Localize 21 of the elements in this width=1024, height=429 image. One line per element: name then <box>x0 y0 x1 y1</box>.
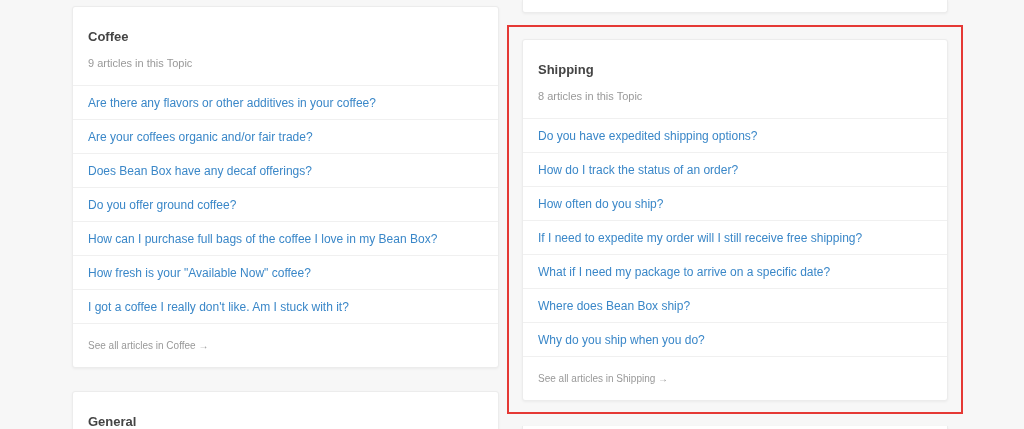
article-count: 8 articles in this Topic <box>538 89 644 103</box>
see-all-link[interactable]: See all articles in Coffee → <box>88 340 209 351</box>
article-link[interactable]: How do I track the status of an order? <box>538 162 739 177</box>
article-link[interactable]: If I need to expedite my order will I still receive free shipping? <box>538 230 863 245</box>
article-link[interactable]: Does Bean Box have any decaf offerings? <box>88 163 312 178</box>
topic-title: General <box>88 414 138 429</box>
article-link[interactable]: What if I need my package to arrive on a specific date? <box>538 264 831 279</box>
article-link[interactable]: How often do you ship? <box>538 196 664 211</box>
article-link[interactable]: Are your coffees organic and/or fair trade? <box>88 129 313 144</box>
article-count: 9 articles in this Topic <box>88 56 194 70</box>
article-link[interactable]: Are there any flavors or other additives in your coffee? <box>88 95 376 110</box>
article-link[interactable]: Where does Bean Box ship? <box>538 298 691 313</box>
article-link[interactable]: How fresh is your "Available Now" coffee? <box>88 265 311 280</box>
topic-title: Shipping <box>538 62 595 78</box>
see-all-link[interactable]: See all articles in Shipping → <box>538 373 669 384</box>
topic-title: Coffee <box>88 29 130 45</box>
article-link[interactable]: I got a coffee I really don't like. Am I stuck with it? <box>88 299 349 314</box>
article-link[interactable]: Why do you ship when you do? <box>538 332 705 347</box>
article-link[interactable]: Do you offer ground coffee? <box>88 197 237 212</box>
article-link[interactable]: How can I purchase full bags of the coffee I love in my Bean Box? <box>88 231 438 246</box>
article-link[interactable]: Do you have expedited shipping options? <box>538 128 758 143</box>
